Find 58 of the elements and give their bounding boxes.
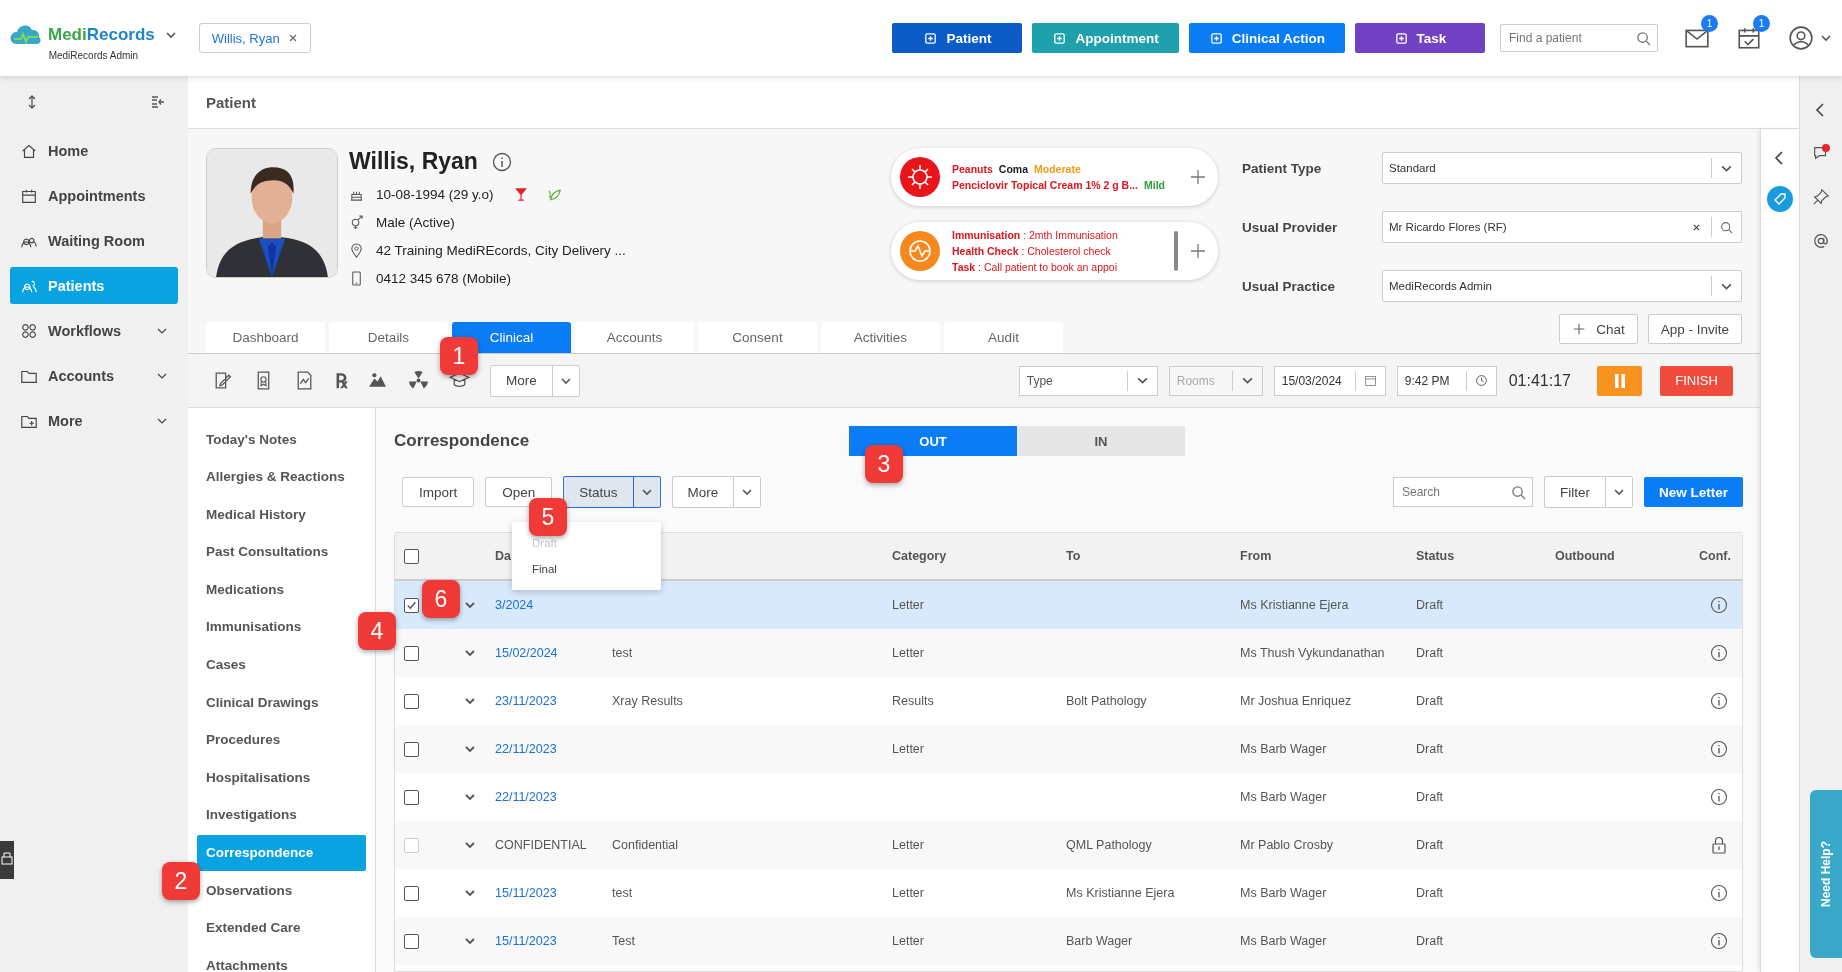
category-cell: Results bbox=[892, 694, 934, 708]
organisation-name: MediRecords Admin bbox=[48, 49, 139, 61]
reminder-entry: Health Check : Cholesterol check bbox=[952, 245, 1112, 259]
status-cell: Draft bbox=[1416, 838, 1444, 852]
sender-cell: Ms Thush Vykundanathan bbox=[1240, 646, 1385, 660]
allergy-entry: Penciclovir Topical Cream 1% 2 g B... Mild bbox=[952, 178, 1166, 193]
recipient-cell: Bolt Pathology bbox=[1066, 694, 1147, 708]
recipient-cell: Barb Wager bbox=[1066, 934, 1133, 948]
status-cell: Draft bbox=[1416, 646, 1444, 660]
subject-cell: Xray Results bbox=[612, 694, 683, 708]
recipient-cell: Ms Kristianne Ejera bbox=[1066, 886, 1175, 900]
step-callout-tooltip: 1 bbox=[440, 337, 478, 375]
section-title: Correspondence bbox=[394, 431, 531, 451]
page-title: Patient bbox=[206, 93, 256, 111]
allergy-entry: Peanuts Coma Moderate bbox=[952, 162, 1082, 177]
status-cell: Draft bbox=[1416, 694, 1444, 708]
sender-cell: Mr Joshua Enriquez bbox=[1240, 694, 1352, 708]
step-callout-tooltip: 6 bbox=[422, 580, 460, 618]
sender-cell: Ms Barb Wager bbox=[1240, 886, 1327, 900]
address: 42 Training MediREcords, City Delivery ... bbox=[376, 242, 626, 258]
category-cell: Letter bbox=[892, 598, 924, 612]
sender-cell: Ms Barb Wager bbox=[1240, 742, 1327, 756]
notification-count: 1 bbox=[1753, 15, 1770, 32]
sender-cell: Ms Barb Wager bbox=[1240, 790, 1327, 804]
subject-cell: test bbox=[612, 886, 633, 900]
subject-cell: Test bbox=[612, 934, 635, 948]
category-cell: Letter bbox=[892, 742, 924, 756]
category-cell: Letter bbox=[892, 838, 924, 852]
sender-cell: Ms Barb Wager bbox=[1240, 934, 1327, 948]
sender-cell: Mr Pablo Crosby bbox=[1240, 838, 1334, 852]
status-cell: Draft bbox=[1416, 790, 1444, 804]
status-cell: Draft bbox=[1416, 742, 1444, 756]
date-of-birth: 10-08-1994 (29 y.o) bbox=[376, 186, 494, 202]
status-cell: Draft bbox=[1416, 886, 1444, 900]
patient-name: Willis, Ryan bbox=[349, 148, 478, 175]
status-cell: Draft bbox=[1416, 598, 1444, 612]
status-cell: Draft bbox=[1416, 934, 1444, 948]
subject-cell: Confidential bbox=[612, 838, 678, 852]
reminder-entry: Immunisation : 2mth Immunisation bbox=[952, 229, 1119, 243]
consult-timer: 01:41:17 bbox=[1508, 371, 1571, 390]
category-cell: Letter bbox=[892, 646, 924, 660]
sender-cell: Ms Kristianne Ejera bbox=[1240, 598, 1349, 612]
subject-cell: test bbox=[612, 646, 633, 660]
app-logo-text: MediRecords bbox=[48, 24, 155, 45]
field-label: Usual Practice bbox=[1242, 278, 1337, 294]
recipient-cell: QML Pathology bbox=[1066, 838, 1152, 852]
reminder-entry: Task : Call patient to book an appoi bbox=[952, 261, 1118, 273]
step-callout-tooltip: 4 bbox=[358, 612, 396, 650]
gender-status: Male (Active) bbox=[376, 214, 455, 230]
field-label: Usual Provider bbox=[1242, 219, 1339, 235]
field-label: Patient Type bbox=[1242, 160, 1323, 176]
category-cell: Letter bbox=[892, 886, 924, 900]
phone-number: 0412 345 678 (Mobile) bbox=[376, 270, 512, 286]
step-callout-tooltip: 3 bbox=[865, 445, 903, 483]
step-callout-tooltip: 5 bbox=[529, 498, 567, 536]
step-callout-tooltip: 2 bbox=[162, 862, 200, 900]
notification-count: 1 bbox=[1701, 15, 1718, 32]
category-cell: Letter bbox=[892, 934, 924, 948]
